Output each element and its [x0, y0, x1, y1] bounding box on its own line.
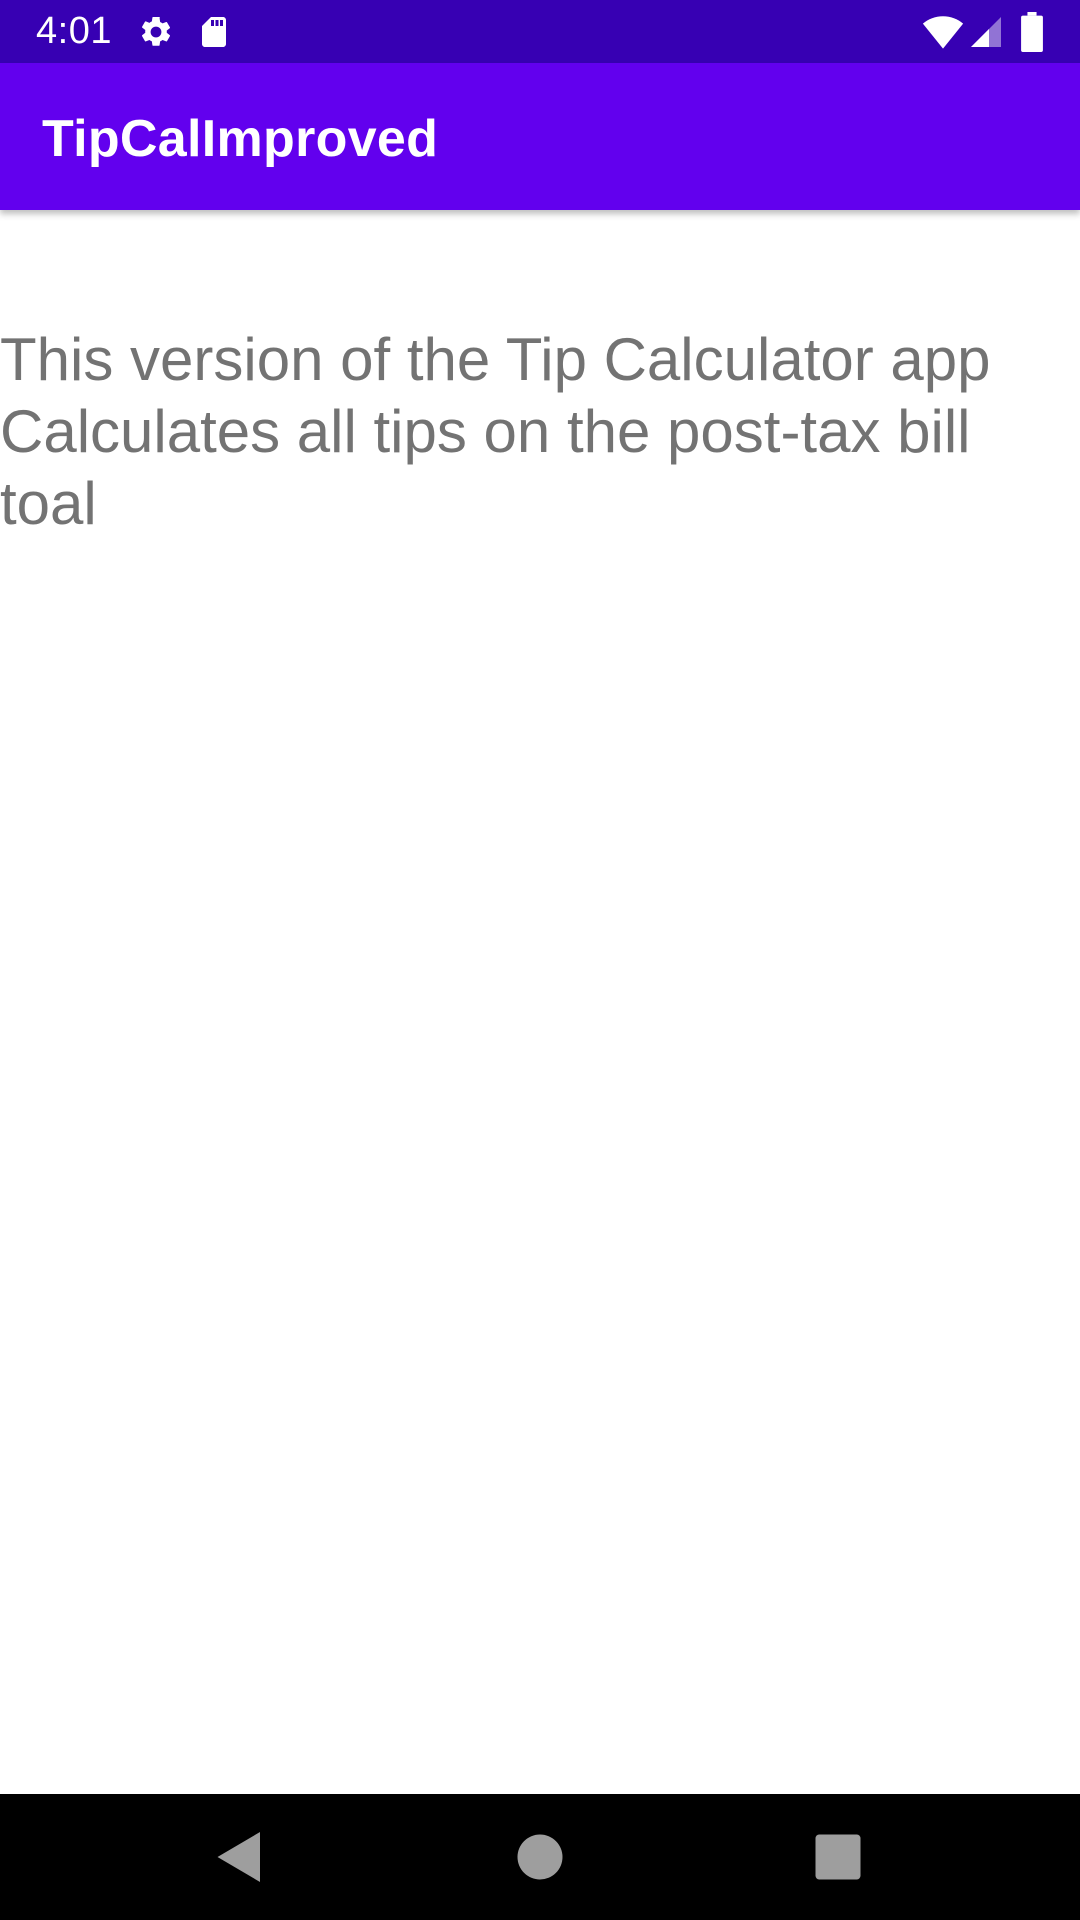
gear-icon	[141, 16, 171, 46]
back-icon[interactable]	[210, 1827, 270, 1887]
home-icon[interactable]	[510, 1827, 570, 1887]
recents-icon[interactable]	[808, 1827, 868, 1887]
signal-icon	[971, 17, 1001, 47]
app-title: TipCalImproved	[42, 110, 439, 168]
app-bar: TipCalImproved	[0, 63, 1080, 210]
status-bar: 4:01	[0, 0, 1080, 63]
sd-card-icon	[202, 17, 226, 47]
wifi-icon	[922, 16, 964, 49]
status-time: 4:01	[36, 10, 112, 52]
main-content: This version of the Tip Calculator app C…	[0, 210, 1080, 1794]
navigation-bar	[0, 1794, 1080, 1920]
battery-icon	[1021, 12, 1043, 52]
description-text: This version of the Tip Calculator app C…	[0, 326, 991, 537]
